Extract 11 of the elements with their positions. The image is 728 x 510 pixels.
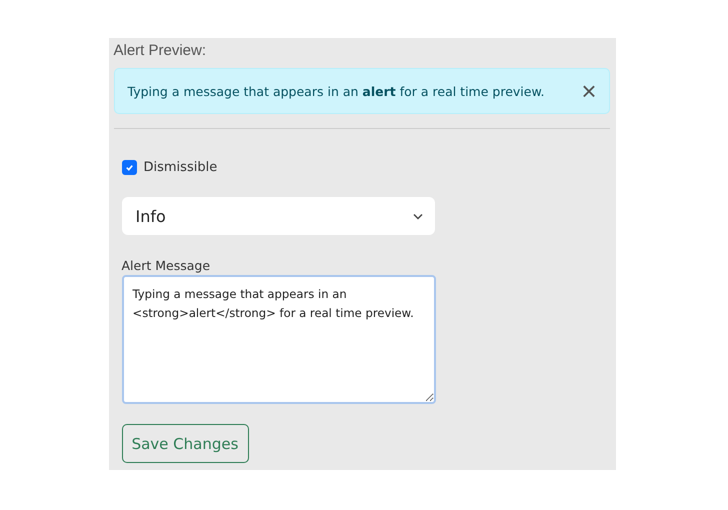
checkmark-icon: [124, 163, 134, 172]
message-field[interactable]: Typing a message that appears in an <strong>alert</strong> for a real time preview.: [122, 275, 436, 404]
close-button[interactable]: ×: [581, 78, 596, 104]
chevron-down-icon: [412, 212, 422, 220]
checkbox-label: Dismissible: [144, 160, 218, 175]
save-button[interactable]: Save Changes: [122, 424, 248, 463]
preview-heading: Alert Preview:: [114, 42, 208, 61]
checkbox[interactable]: [122, 160, 136, 175]
message-label: Alert Message: [122, 258, 212, 273]
alert-message: Typing a message that appears in an alert for a real time preview.: [128, 84, 544, 98]
type-select[interactable]: Info: [122, 197, 434, 235]
